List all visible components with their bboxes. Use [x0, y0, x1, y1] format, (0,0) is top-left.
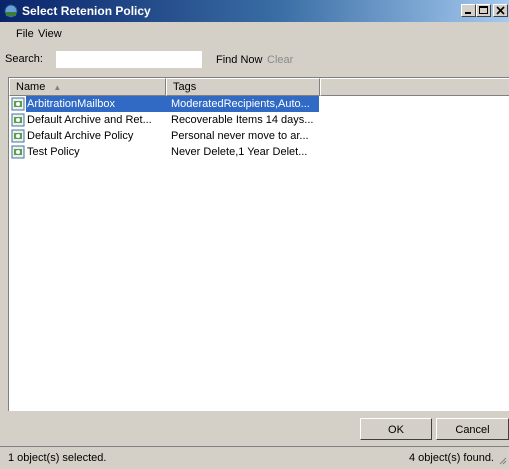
policy-name: Default Archive Policy — [27, 130, 134, 142]
policy-tags: Never Delete,1 Year Delet... — [171, 146, 308, 158]
search-bar: Search: Find Now Clear — [0, 49, 509, 71]
column-tags-label: Tags — [173, 81, 197, 93]
status-bar: 1 object(s) selected. 4 object(s) found. — [0, 446, 509, 469]
maximize-button[interactable] — [476, 4, 491, 17]
clear-button[interactable]: Clear — [267, 54, 293, 66]
find-now-button[interactable]: Find Now — [216, 54, 262, 66]
minimize-button[interactable] — [461, 4, 476, 17]
list-item[interactable]: Default Archive and Ret... Recoverable I… — [9, 112, 319, 128]
ok-button[interactable]: OK — [360, 418, 432, 440]
column-name-label: Name — [16, 81, 46, 93]
policy-tags: Recoverable Items 14 days... — [171, 114, 314, 126]
resize-grip-icon[interactable] — [497, 455, 507, 465]
search-label: Search: — [5, 53, 43, 65]
window-title: Select Retenion Policy — [22, 4, 151, 18]
policy-tags: Personal never move to ar... — [171, 130, 309, 142]
menu-bar: File View — [0, 22, 509, 46]
policy-list[interactable]: Name ▲ Tags ArbitrationMailbox ModeratedR… — [8, 77, 509, 411]
status-found-count: 4 object(s) found. — [409, 452, 494, 464]
cancel-button[interactable]: Cancel — [436, 418, 509, 440]
minimize-icon — [465, 12, 471, 14]
sort-ascending-icon: ▲ — [53, 83, 62, 92]
list-item[interactable]: Test Policy Never Delete,1 Year Delet... — [9, 144, 319, 160]
column-header-filler — [320, 78, 509, 96]
app-icon — [4, 4, 18, 18]
policy-icon — [11, 113, 25, 127]
close-icon — [496, 6, 505, 15]
list-item[interactable]: Default Archive Policy Personal never mo… — [9, 128, 319, 144]
policy-name: Default Archive and Ret... — [27, 114, 152, 126]
menu-view[interactable]: View — [38, 28, 62, 40]
policy-icon — [11, 145, 25, 159]
list-header: Name ▲ Tags — [9, 78, 509, 96]
menu-file[interactable]: File — [16, 28, 34, 40]
column-header-name[interactable]: Name ▲ — [9, 78, 166, 96]
column-header-tags[interactable]: Tags — [166, 78, 320, 96]
maximize-icon — [479, 6, 488, 14]
list-item[interactable]: ArbitrationMailbox ModeratedRecipients,A… — [9, 96, 319, 112]
policy-icon — [11, 129, 25, 143]
policy-icon — [11, 97, 25, 111]
status-selected-count: 1 object(s) selected. — [8, 452, 107, 464]
close-button[interactable] — [493, 4, 508, 17]
search-input[interactable] — [56, 51, 202, 68]
title-bar[interactable]: Select Retenion Policy — [0, 0, 509, 22]
policy-name: Test Policy — [27, 146, 80, 158]
policy-name: ArbitrationMailbox — [26, 96, 169, 112]
select-retention-policy-dialog: Select Retenion Policy File View Search:… — [0, 0, 509, 469]
policy-tags: ModeratedRecipients,Auto... — [167, 96, 319, 112]
